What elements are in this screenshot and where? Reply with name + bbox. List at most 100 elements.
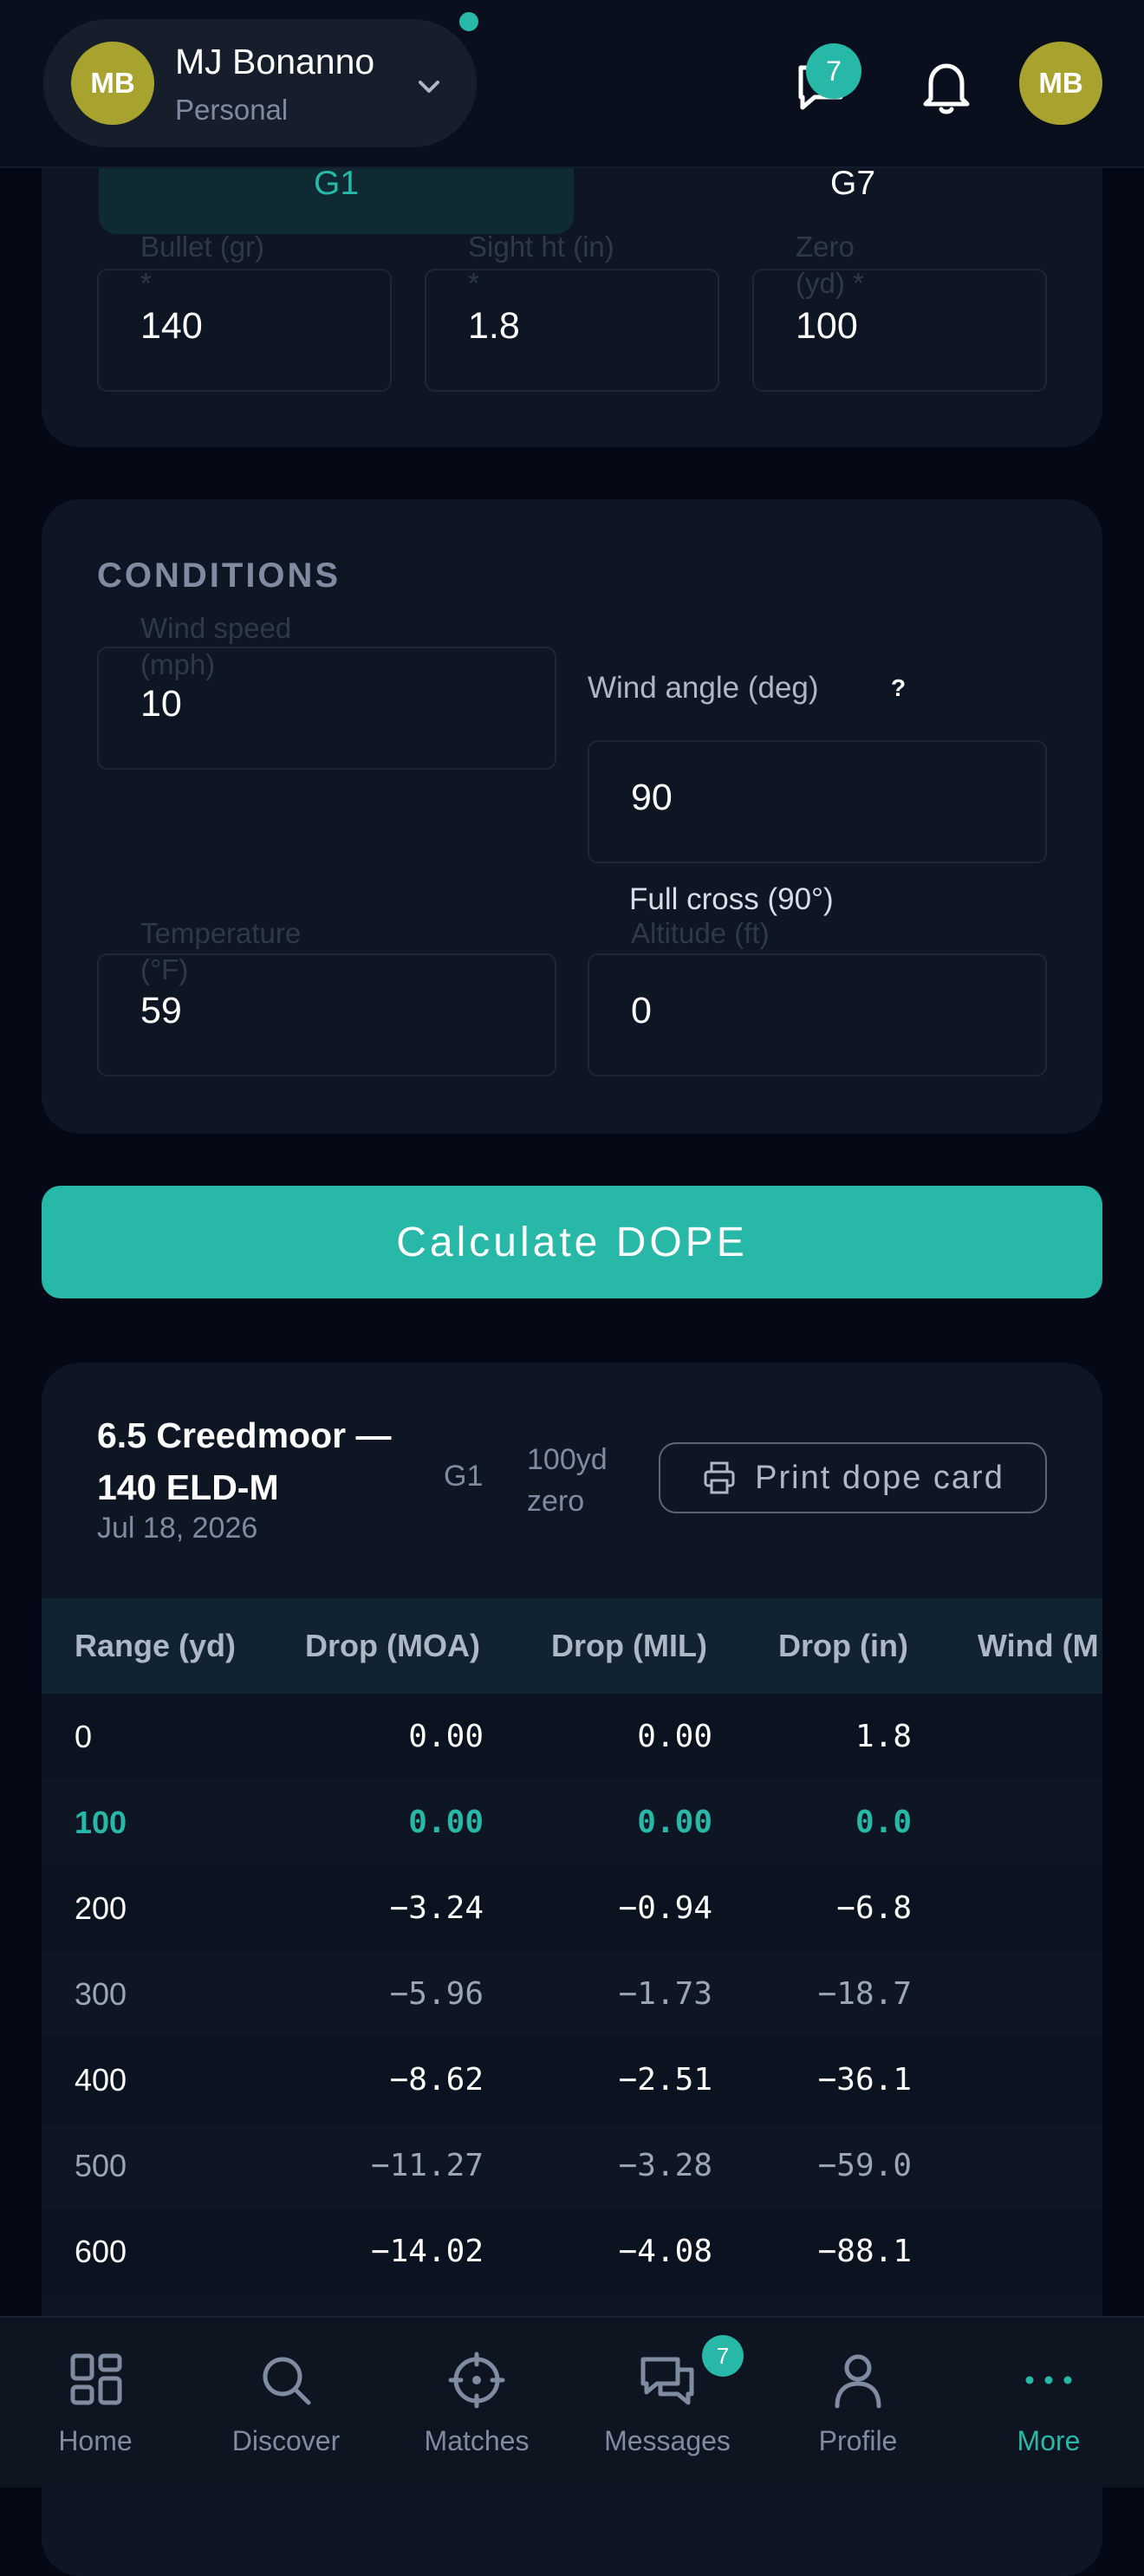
nav-messages[interactable]: 7 Messages (572, 2318, 763, 2488)
bullet-weight-label: Bullet (gr) * (140, 231, 265, 299)
wind-angle-field[interactable]: 90 (588, 740, 1047, 863)
bottom-nav: Home Discover Matches 7 Messages Profile (0, 2316, 1144, 2488)
print-dope-card-button[interactable]: Print dope card (659, 1442, 1047, 1513)
crosshair-icon (448, 2352, 505, 2409)
online-status-dot (456, 9, 482, 35)
table-row: 300 −5.96 −1.73 −18.7 0 (42, 1951, 1102, 2037)
table-row: 600 −14.02 −4.08 −88.1 1 (42, 2208, 1102, 2294)
cell-range: 200 (75, 1890, 127, 1926)
account-avatar: MB (71, 42, 154, 125)
cell-wind: 0 (1085, 1694, 1102, 1779)
cell-moa: −14.02 (370, 2234, 484, 2269)
bell-icon[interactable] (917, 55, 976, 118)
col-drop-in: Drop (in) (778, 1628, 908, 1663)
cell-range: 0 (75, 1719, 93, 1754)
wind-angle-hint: Full cross (90°) (629, 882, 834, 916)
sight-height-value: 1.8 (468, 305, 520, 347)
cell-range: 400 (75, 2062, 127, 2098)
cell-range: 600 (75, 2234, 127, 2269)
cell-wind: 0 (1085, 2037, 1102, 2123)
cell-wind: 1 (1085, 2208, 1102, 2294)
cell-wind: 1 (1085, 2123, 1102, 2208)
profile-avatar[interactable]: MB (1019, 42, 1102, 125)
zero-distance-field[interactable]: Zero (yd) * 100 (752, 231, 1047, 392)
temperature-field[interactable]: Temperature (°F) 59 (97, 917, 556, 1077)
printer-icon (704, 1461, 735, 1494)
results-title: 6.5 Creedmoor — 140 ELD-M (97, 1415, 392, 1507)
user-icon (835, 2354, 881, 2409)
table-row: 200 −3.24 −0.94 −6.8 0 (42, 1865, 1102, 1951)
nav-more[interactable]: More (953, 2318, 1144, 2488)
wind-speed-label: Wind speed (mph) (140, 612, 292, 680)
top-bar: MB MJ Bonanno Personal 7 MB (0, 0, 1144, 168)
search-icon (263, 2357, 311, 2405)
cell-in: −36.1 (817, 2062, 912, 2098)
nav-home[interactable]: Home (0, 2318, 191, 2488)
cell-in: 0.0 (855, 1805, 912, 1840)
wind-speed-value: 10 (140, 683, 182, 725)
conditions-card: CONDITIONS Wind speed (mph) 10 Wind angl… (42, 499, 1102, 1134)
calculate-dope-button[interactable]: Calculate DOPE (42, 1186, 1102, 1298)
cell-moa: −3.24 (389, 1890, 484, 1926)
temperature-value: 59 (140, 990, 182, 1031)
temperature-label: Temperature (°F) (140, 917, 302, 986)
conditions-title: CONDITIONS (97, 556, 341, 595)
cell-mil: −3.28 (618, 2148, 712, 2183)
nav-matches[interactable]: Matches (381, 2318, 572, 2488)
cell-in: −88.1 (817, 2234, 912, 2269)
wind-angle-value: 90 (631, 777, 673, 818)
bullet-weight-field[interactable]: Bullet (gr) * 140 (97, 231, 392, 392)
altitude-field[interactable]: Altitude (ft) 0 (588, 917, 1047, 1077)
cell-in: 1.8 (855, 1719, 912, 1754)
account-name: MJ Bonanno (175, 42, 375, 81)
account-switcher[interactable]: MB MJ Bonanno Personal (43, 19, 477, 147)
results-model: G1 (444, 1460, 484, 1493)
account-type: Personal (175, 94, 289, 126)
table-row: 500 −11.27 −3.28 −59.0 1 (42, 2123, 1102, 2208)
nav-discover[interactable]: Discover (191, 2318, 381, 2488)
sight-height-field[interactable]: Sight ht (in) * 1.8 (425, 231, 719, 392)
altitude-value: 0 (631, 990, 652, 1031)
cell-mil: −4.08 (618, 2234, 712, 2269)
print-dope-card-label: Print dope card (755, 1459, 1004, 1496)
cell-wind: 0 (1085, 1951, 1102, 2037)
wind-angle-label: Wind angle (deg) (588, 671, 819, 705)
altitude-label: Altitude (ft) (631, 917, 770, 949)
dope-table-header: Range (yd) Drop (MOA) Drop (MIL) Drop (i… (42, 1598, 1102, 1694)
cell-moa: −5.96 (389, 1976, 484, 2012)
col-drop-mil: Drop (MIL) (551, 1628, 707, 1663)
zero-distance-label: Zero (yd) * (796, 231, 864, 299)
cell-moa: −11.27 (370, 2148, 484, 2183)
nav-home-label: Home (58, 2425, 133, 2456)
nav-messages-badge: 7 (702, 2335, 744, 2377)
table-row: 100 0.00 0.00 0.0 0 (42, 1779, 1102, 1865)
nav-discover-label: Discover (231, 2425, 341, 2456)
wind-speed-field[interactable]: Wind speed (mph) 10 (97, 612, 556, 770)
col-drop-moa: Drop (MOA) (305, 1628, 480, 1663)
cell-mil: −1.73 (618, 1976, 712, 2012)
cell-mil: 0.00 (637, 1719, 712, 1754)
cell-range: 100 (75, 1805, 127, 1840)
cell-in: −18.7 (817, 1976, 912, 2012)
messages-badge: 7 (806, 43, 861, 99)
cell-mil: 0.00 (637, 1805, 712, 1840)
cell-moa: −8.62 (389, 2062, 484, 2098)
table-row: 400 −8.62 −2.51 −36.1 0 (42, 2037, 1102, 2123)
nav-more-label: More (1017, 2425, 1081, 2456)
nav-profile-label: Profile (818, 2425, 898, 2456)
results-zero: 100yd zero (527, 1443, 608, 1518)
cell-wind: 0 (1085, 1865, 1102, 1951)
table-row: 0 0.00 0.00 1.8 0 (42, 1694, 1102, 1779)
cell-range: 500 (75, 2148, 127, 2183)
cell-moa: 0.00 (408, 1719, 484, 1754)
nav-profile[interactable]: Profile (763, 2318, 953, 2488)
results-date: Jul 18, 2026 (97, 1512, 258, 1545)
col-range: Range (yd) (75, 1628, 237, 1663)
bullet-weight-value: 140 (140, 305, 203, 347)
dope-table[interactable]: Range (yd) Drop (MOA) Drop (MIL) Drop (i… (42, 1598, 1102, 2294)
cell-wind: 0 (1085, 1779, 1102, 1865)
help-icon[interactable]: ? (891, 674, 906, 702)
zero-distance-value: 100 (796, 305, 858, 347)
cell-range: 300 (75, 1976, 127, 2012)
cell-in: −59.0 (817, 2148, 912, 2183)
